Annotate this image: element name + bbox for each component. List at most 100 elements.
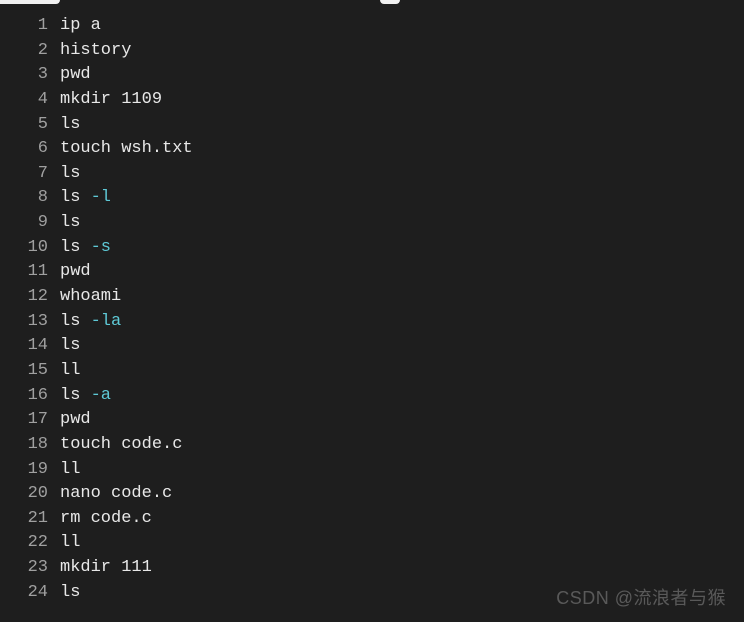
history-line: 5ls: [0, 113, 744, 138]
history-line: 14ls: [0, 334, 744, 359]
command-segment: history: [60, 41, 131, 60]
command-text: ls: [60, 334, 80, 359]
line-number: 2: [0, 39, 60, 64]
command-text: ls -s: [60, 236, 111, 261]
line-number: 1: [0, 14, 60, 39]
history-line: 23mkdir 111: [0, 556, 744, 581]
command-text: pwd: [60, 408, 91, 433]
command-text: ll: [60, 359, 80, 384]
history-line: 22ll: [0, 531, 744, 556]
history-line: 13ls -la: [0, 310, 744, 335]
line-number: 21: [0, 507, 60, 532]
history-line: 3pwd: [0, 63, 744, 88]
line-number: 4: [0, 88, 60, 113]
command-segment: pwd: [60, 410, 91, 429]
line-number: 8: [0, 186, 60, 211]
watermark-text: CSDN @流浪者与猴: [556, 584, 726, 610]
line-number: 5: [0, 113, 60, 138]
command-text: nano code.c: [60, 482, 172, 507]
command-text: pwd: [60, 63, 91, 88]
command-segment: ll: [60, 361, 80, 380]
history-line: 18touch code.c: [0, 433, 744, 458]
command-segment: ls: [60, 213, 80, 232]
line-number: 20: [0, 482, 60, 507]
command-segment: ls: [60, 386, 91, 405]
tab-bar: [0, 0, 744, 8]
history-line: 16ls -a: [0, 384, 744, 409]
command-segment: ls: [60, 336, 80, 355]
command-text: ll: [60, 458, 80, 483]
command-text: ls: [60, 113, 80, 138]
history-line: 20nano code.c: [0, 482, 744, 507]
command-text: ip a: [60, 14, 101, 39]
command-text: ls -la: [60, 310, 121, 335]
command-text: ll: [60, 531, 80, 556]
history-line: 11pwd: [0, 260, 744, 285]
command-text: history: [60, 39, 131, 64]
command-text: touch wsh.txt: [60, 137, 193, 162]
command-text: touch code.c: [60, 433, 182, 458]
line-number: 6: [0, 137, 60, 162]
command-segment: ll: [60, 460, 80, 479]
command-segment: ll: [60, 533, 80, 552]
history-line: 17pwd: [0, 408, 744, 433]
command-segment: mkdir 1109: [60, 90, 162, 109]
history-line: 10ls -s: [0, 236, 744, 261]
command-segment: rm code.c: [60, 509, 152, 528]
line-number: 18: [0, 433, 60, 458]
command-segment: ls: [60, 115, 80, 134]
line-number: 9: [0, 211, 60, 236]
command-flag: -s: [91, 238, 111, 257]
history-line: 2history: [0, 39, 744, 64]
command-segment: ls: [60, 188, 91, 207]
command-segment: nano code.c: [60, 484, 172, 503]
line-number: 16: [0, 384, 60, 409]
command-text: pwd: [60, 260, 91, 285]
line-number: 22: [0, 531, 60, 556]
command-segment: touch code.c: [60, 435, 182, 454]
command-text: mkdir 1109: [60, 88, 162, 113]
command-segment: pwd: [60, 262, 91, 281]
line-number: 24: [0, 581, 60, 606]
command-text: whoami: [60, 285, 121, 310]
command-text: rm code.c: [60, 507, 152, 532]
command-segment: whoami: [60, 287, 121, 306]
history-line: 9ls: [0, 211, 744, 236]
command-segment: ls: [60, 583, 80, 602]
line-number: 10: [0, 236, 60, 261]
command-segment: pwd: [60, 65, 91, 84]
command-text: ls -l: [60, 186, 111, 211]
command-flag: -l: [91, 188, 111, 207]
command-segment: ls: [60, 312, 91, 331]
command-text: mkdir 111: [60, 556, 152, 581]
command-segment: ls: [60, 164, 80, 183]
command-segment: mkdir 111: [60, 558, 152, 577]
history-line: 8ls -l: [0, 186, 744, 211]
line-number: 14: [0, 334, 60, 359]
history-line: 21rm code.c: [0, 507, 744, 532]
line-number: 3: [0, 63, 60, 88]
history-line: 6touch wsh.txt: [0, 137, 744, 162]
line-number: 11: [0, 260, 60, 285]
history-line: 4mkdir 1109: [0, 88, 744, 113]
command-segment: ip a: [60, 16, 101, 35]
history-line: 19ll: [0, 458, 744, 483]
history-line: 7ls: [0, 162, 744, 187]
history-line: 15ll: [0, 359, 744, 384]
line-number: 7: [0, 162, 60, 187]
line-number: 23: [0, 556, 60, 581]
command-text: ls: [60, 581, 80, 606]
command-flag: -a: [91, 386, 111, 405]
terminal-output[interactable]: 1ip a2history3pwd4mkdir 11095ls6touch ws…: [0, 8, 744, 605]
line-number: 12: [0, 285, 60, 310]
line-number: 15: [0, 359, 60, 384]
command-text: ls: [60, 162, 80, 187]
command-segment: ls: [60, 238, 91, 257]
history-line: 1ip a: [0, 14, 744, 39]
line-number: 19: [0, 458, 60, 483]
line-number: 13: [0, 310, 60, 335]
command-text: ls -a: [60, 384, 111, 409]
command-segment: touch wsh.txt: [60, 139, 193, 158]
line-number: 17: [0, 408, 60, 433]
history-line: 12whoami: [0, 285, 744, 310]
